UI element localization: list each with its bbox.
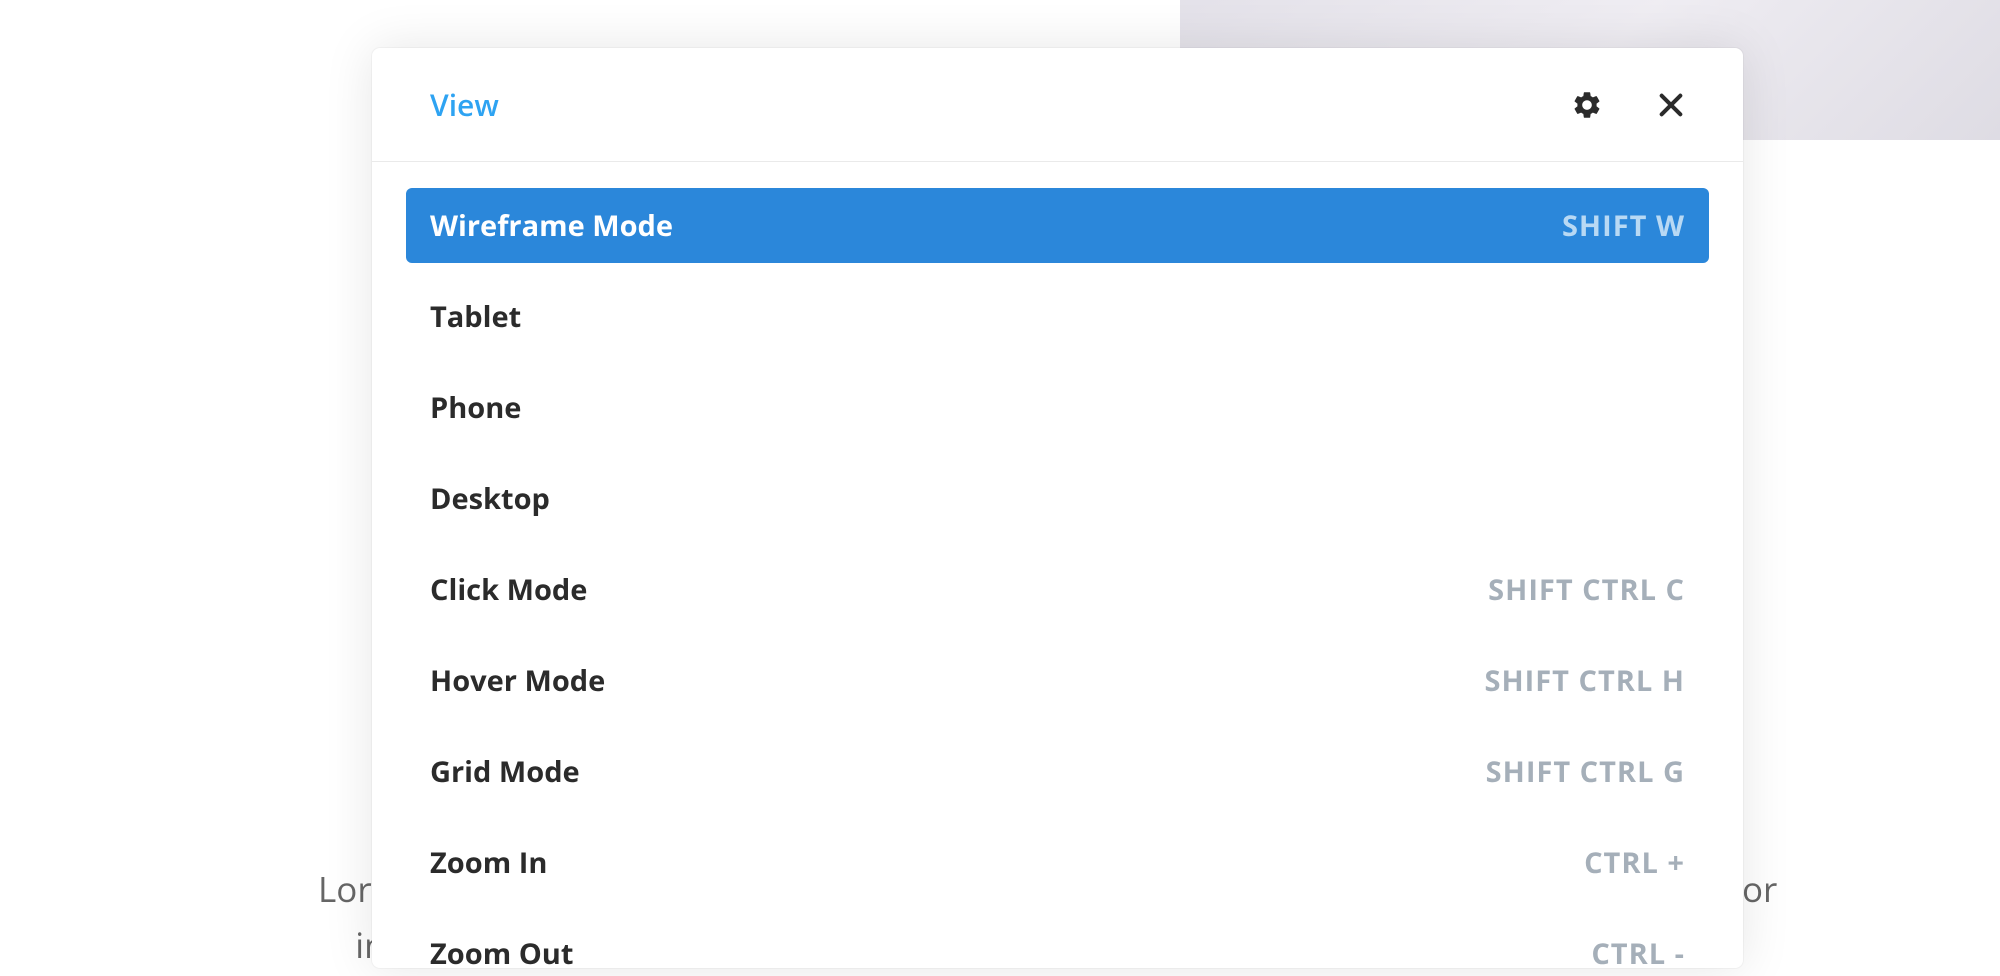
- modal-title: View: [430, 84, 499, 125]
- menu-item-label: Wireframe Mode: [430, 206, 673, 245]
- menu-item-label: Phone: [430, 388, 521, 427]
- menu-item-desktop[interactable]: Desktop: [406, 461, 1709, 536]
- menu-item-label: Zoom Out: [430, 934, 573, 968]
- menu-item-label: Hover Mode: [430, 661, 605, 700]
- menu-item-click-mode[interactable]: Click Mode SHIFT CTRL C: [406, 552, 1709, 627]
- menu-item-grid-mode[interactable]: Grid Mode SHIFT CTRL G: [406, 734, 1709, 809]
- menu-item-zoom-out[interactable]: Zoom Out CTRL -: [406, 916, 1709, 968]
- menu-item-label: Zoom In: [430, 843, 547, 882]
- menu-item-shortcut: CTRL -: [1591, 934, 1685, 968]
- menu-item-wireframe-mode[interactable]: Wireframe Mode SHIFT W: [406, 188, 1709, 263]
- menu-item-shortcut: SHIFT CTRL C: [1488, 570, 1685, 609]
- settings-button[interactable]: [1569, 87, 1605, 123]
- menu-item-zoom-in[interactable]: Zoom In CTRL +: [406, 825, 1709, 900]
- menu-item-label: Desktop: [430, 479, 550, 518]
- menu-item-hover-mode[interactable]: Hover Mode SHIFT CTRL H: [406, 643, 1709, 718]
- bg-text-fragment-right: or: [1742, 860, 1777, 920]
- menu-item-shortcut: CTRL +: [1584, 843, 1685, 882]
- menu-item-shortcut: SHIFT W: [1562, 206, 1685, 245]
- modal-header: View: [372, 48, 1743, 162]
- close-icon: [1655, 89, 1687, 121]
- close-button[interactable]: [1653, 87, 1689, 123]
- menu-item-tablet[interactable]: Tablet: [406, 279, 1709, 354]
- menu-item-shortcut: SHIFT CTRL G: [1486, 752, 1685, 791]
- bg-text-fragment-left: Lor: [318, 860, 372, 920]
- menu-item-shortcut: SHIFT CTRL H: [1484, 661, 1685, 700]
- menu-item-phone[interactable]: Phone: [406, 370, 1709, 445]
- modal-body[interactable]: Wireframe Mode SHIFT W Tablet Phone Desktop C…: [372, 162, 1743, 968]
- gear-icon: [1571, 89, 1603, 121]
- menu-item-label: Click Mode: [430, 570, 587, 609]
- menu-item-label: Tablet: [430, 297, 521, 336]
- menu-item-label: Grid Mode: [430, 752, 580, 791]
- header-actions: [1569, 87, 1689, 123]
- view-modal: View Wireframe Mode SHIFT W Tablet Phone Des…: [372, 48, 1743, 968]
